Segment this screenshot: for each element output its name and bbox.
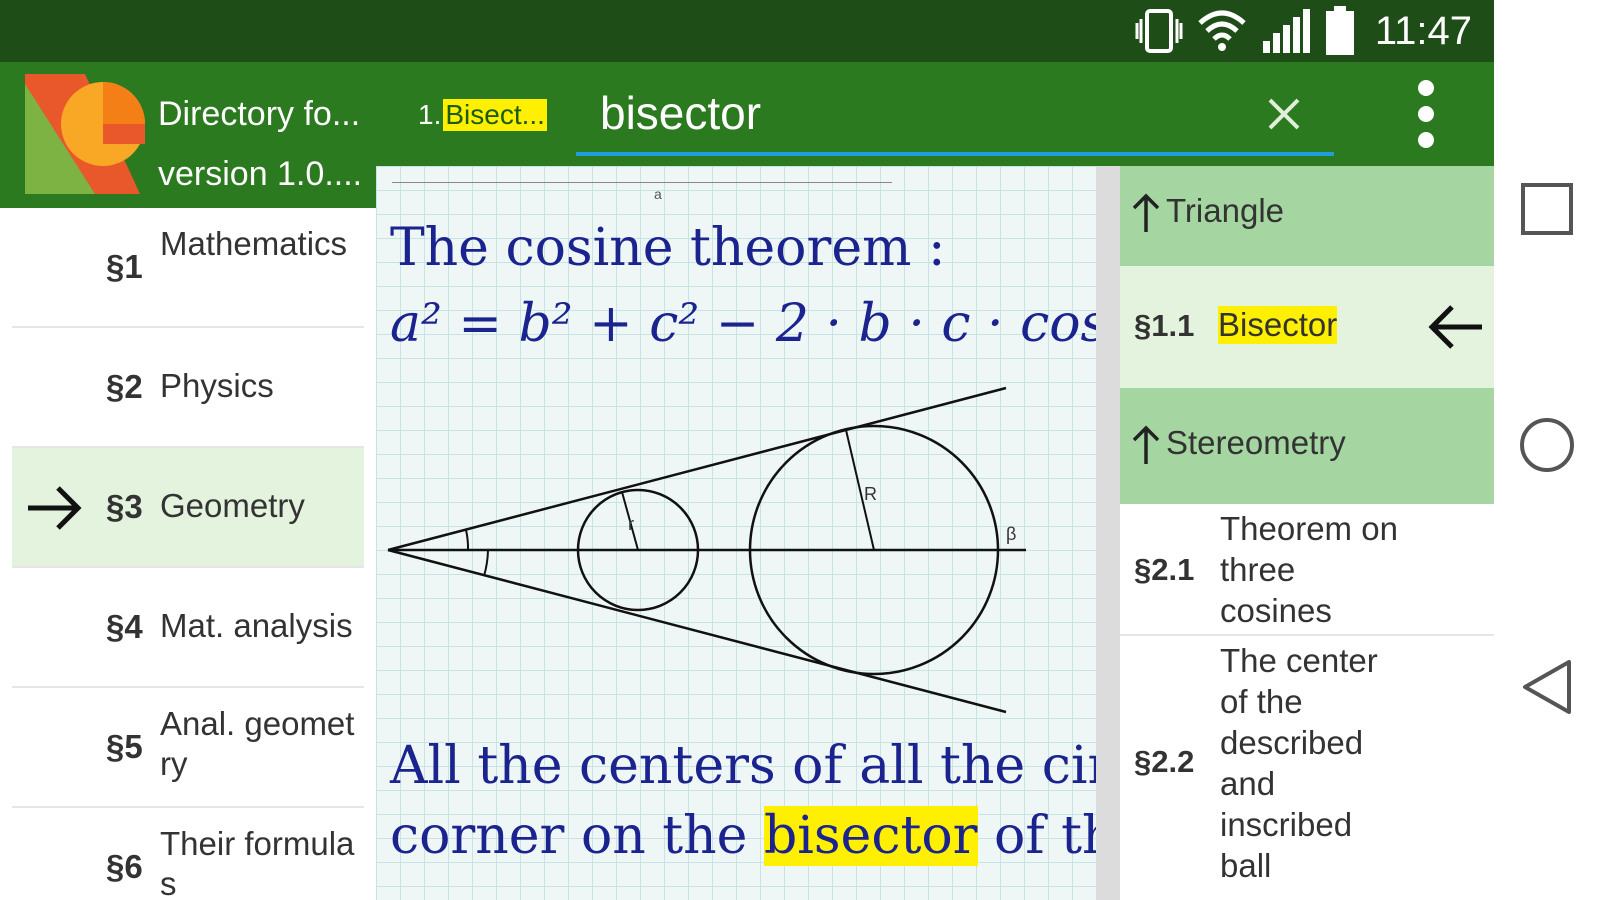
paragraph-text: corner on the bbox=[390, 806, 764, 866]
topic-label-line: three bbox=[1220, 551, 1296, 588]
large-radius-label: R bbox=[864, 484, 877, 504]
sidebar-item-label: Anal. geometry bbox=[160, 705, 355, 782]
search-field bbox=[576, 76, 1334, 156]
sidebar-item-label: Physics bbox=[160, 367, 274, 404]
more-options-button[interactable] bbox=[1402, 80, 1450, 148]
parent-topic-label: Triangle bbox=[1166, 192, 1284, 229]
vibrate-icon bbox=[1135, 9, 1183, 53]
sidebar-item-anal-geometry[interactable]: §5 Anal. geometry bbox=[12, 688, 364, 808]
search-result-chip[interactable]: 1. Bisect... bbox=[418, 94, 547, 136]
parent-topic-label: Stereometry bbox=[1166, 424, 1346, 461]
angle-label: β bbox=[1006, 524, 1016, 544]
dot-icon bbox=[1418, 106, 1434, 122]
triangle-back-icon bbox=[1523, 660, 1571, 714]
arrow-up-icon bbox=[1132, 425, 1160, 464]
app-version: version 1.0.... bbox=[158, 155, 363, 193]
small-radius-label: r bbox=[628, 514, 634, 534]
sidebar-item-mathematics[interactable]: §1 Mathematics bbox=[12, 208, 364, 328]
sidebar-item-label: Mathematics bbox=[160, 225, 348, 262]
sidebar-item-number: §3 bbox=[106, 488, 143, 525]
signal-icon bbox=[1262, 9, 1310, 53]
sidebar-item-mat-analysis[interactable]: §4 Mat. analysis bbox=[12, 568, 364, 688]
sidebar-item-geometry[interactable]: §3 Geometry bbox=[12, 448, 364, 568]
sidebar-item-label: Mat. analysis bbox=[160, 607, 353, 644]
square-icon bbox=[1521, 183, 1573, 235]
result-chip-label: Bisect... bbox=[443, 99, 547, 131]
sidebar-item-number: §4 bbox=[106, 608, 143, 645]
current-topic-bisector[interactable]: §1.1 Bisector bbox=[1120, 266, 1494, 388]
current-topic-label: Bisector bbox=[1218, 306, 1338, 344]
sidebar-item-number: §6 bbox=[106, 848, 143, 885]
app-title-block: Directory fo... version 1.0.... bbox=[158, 84, 362, 204]
topic-label-line: and bbox=[1220, 765, 1276, 802]
sidebar-item-label: Their formulas bbox=[160, 825, 355, 900]
search-input[interactable] bbox=[598, 76, 1222, 150]
battery-icon bbox=[1325, 6, 1354, 55]
inscribed-circles-diagram: r R β bbox=[387, 386, 1026, 714]
topic-label-line: inscribed bbox=[1220, 806, 1353, 843]
app-window: 11:47 1. Bisect... Directo bbox=[0, 0, 1494, 900]
arrow-right-icon bbox=[28, 486, 82, 530]
topic-label-line: The center bbox=[1220, 642, 1378, 679]
status-icons: 11:47 bbox=[1135, 6, 1472, 56]
close-icon[interactable] bbox=[1264, 94, 1304, 134]
topic-label-line: Theorem on bbox=[1220, 510, 1398, 547]
ruler-label: a bbox=[654, 186, 662, 202]
app-logo-icon bbox=[25, 74, 145, 194]
scale-ruler bbox=[392, 182, 892, 183]
sidebar-item-formulas[interactable]: §6 Their formulas bbox=[12, 808, 364, 900]
home-button[interactable] bbox=[1494, 414, 1600, 476]
topic-label: Theorem on three cosines bbox=[1220, 508, 1398, 631]
dot-icon bbox=[1418, 80, 1434, 96]
topic-label-line: cosines bbox=[1220, 592, 1332, 629]
back-button[interactable] bbox=[1494, 656, 1600, 718]
sidebar-item-physics[interactable]: §2 Physics bbox=[12, 328, 364, 448]
wifi-icon bbox=[1198, 10, 1246, 51]
clock: 11:47 bbox=[1374, 8, 1472, 53]
cosine-formula: a² = b² + c² − 2 · b · c · cos α bbox=[390, 294, 1096, 354]
topic-label-line: described bbox=[1220, 724, 1364, 761]
paragraph-text: of the bbox=[994, 806, 1096, 866]
article-paragraph-line-2: corner on the bisector of the bbox=[390, 806, 1096, 866]
topic-number: §2.1 bbox=[1134, 552, 1195, 587]
circle-icon bbox=[1520, 418, 1574, 472]
sidebar-item-number: §1 bbox=[106, 248, 143, 285]
topic-number: §1.1 bbox=[1134, 308, 1195, 343]
panel-divider[interactable] bbox=[1096, 166, 1120, 900]
sidebar-item-number: §5 bbox=[106, 728, 143, 765]
sidebar: §1 Mathematics §2 Physics §3 Geometry §4… bbox=[0, 208, 376, 900]
topic-three-cosines[interactable]: §2.1 Theorem on three cosines bbox=[1120, 504, 1494, 636]
parent-topic-triangle[interactable]: Triangle bbox=[1120, 166, 1494, 266]
topic-label-line: of the bbox=[1220, 683, 1303, 720]
dot-icon bbox=[1418, 132, 1434, 148]
article-content[interactable]: a The cosine theorem : a² = b² + c² − 2 … bbox=[376, 166, 1096, 900]
parent-topic-stereometry[interactable]: Stereometry bbox=[1120, 388, 1494, 504]
article-paragraph-line-1: All the centers of all the circles bbox=[390, 736, 1096, 796]
result-index: 1. bbox=[418, 99, 442, 130]
recents-button[interactable] bbox=[1494, 178, 1600, 240]
topic-number: §2.2 bbox=[1134, 744, 1195, 779]
sidebar-item-label: Geometry bbox=[160, 487, 305, 524]
topic-label-line: ball bbox=[1220, 847, 1272, 884]
app-title: Directory fo... bbox=[158, 95, 361, 133]
arrow-up-icon bbox=[1132, 193, 1160, 232]
sidebar-header: Directory fo... version 1.0.... bbox=[0, 62, 376, 208]
status-bar: 11:47 bbox=[0, 0, 1494, 62]
search-highlight: bisector bbox=[763, 806, 978, 866]
sidebar-item-number: §2 bbox=[106, 368, 143, 405]
arrow-left-icon bbox=[1428, 305, 1482, 349]
topic-described-inscribed-ball[interactable]: §2.2 The center of the described and ins… bbox=[1120, 636, 1494, 900]
related-topics-panel: Triangle §1.1 Bisector Stereometry §2.1 … bbox=[1120, 166, 1494, 900]
system-navigation-bar bbox=[1494, 0, 1600, 900]
topic-label: The center of the described and inscribe… bbox=[1220, 640, 1378, 886]
article-heading: The cosine theorem : bbox=[390, 218, 946, 278]
